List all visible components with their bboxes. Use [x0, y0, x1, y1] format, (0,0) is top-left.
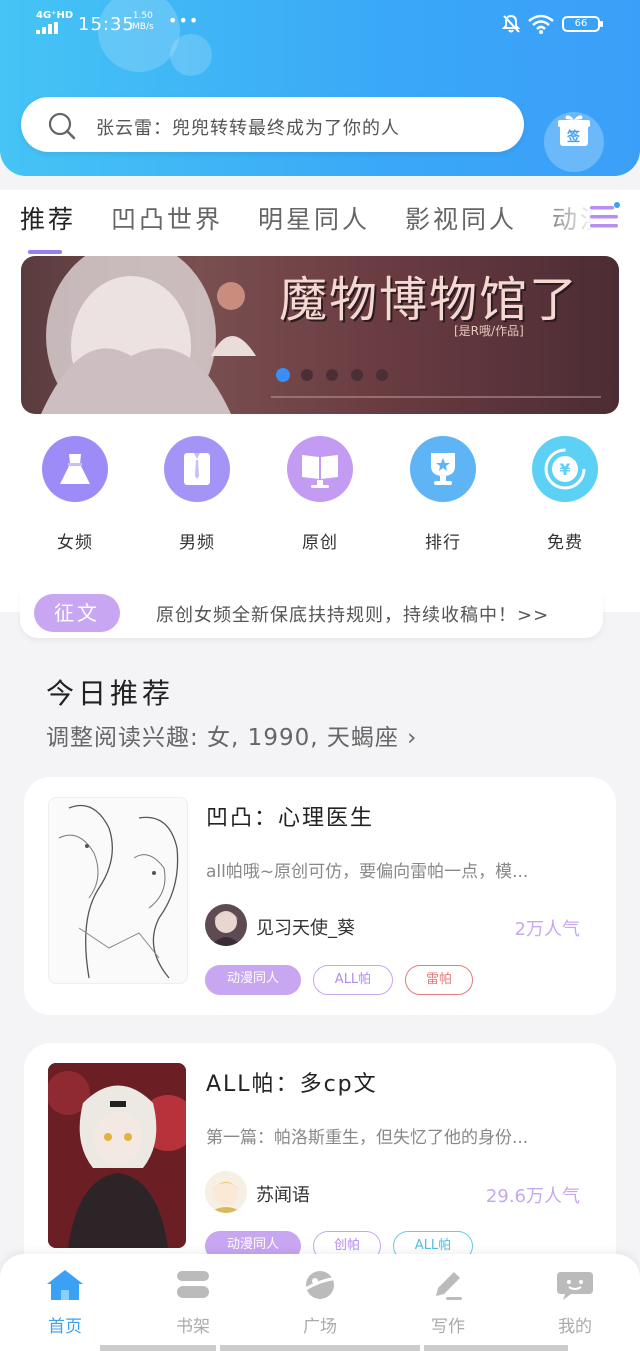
- anime-cover-image: [48, 1063, 186, 1248]
- battery-indicator: 66: [562, 16, 603, 32]
- carousel-dot[interactable]: [301, 369, 313, 381]
- book-title[interactable]: ALL帕：多cp文: [206, 1066, 378, 1098]
- tag-chip[interactable]: 动漫同人: [205, 965, 301, 995]
- nav-write[interactable]: 写作: [408, 1268, 488, 1337]
- chat-face-icon: [557, 1272, 593, 1300]
- yuan-coin-icon: ¥: [544, 448, 586, 490]
- status-bar: 4G⁺HD 15:35 1.50 MB/s ••• 66: [0, 0, 640, 52]
- book-title[interactable]: 凹凸：心理医生: [206, 800, 374, 832]
- avatar-image: [209, 1181, 243, 1213]
- carousel-dot-active[interactable]: [276, 368, 290, 382]
- signal-icon: [36, 22, 58, 34]
- banner-subtitle: [是R哦/作品]: [454, 324, 524, 338]
- network-indicator: 4G⁺HD: [36, 10, 74, 21]
- nav-label: 首页: [48, 1317, 82, 1337]
- gesture-bar: [100, 1345, 216, 1351]
- book-description: all帕哦~原创可仿，要偏向雷帕一点，模...: [206, 862, 529, 882]
- home-icon: [47, 1270, 83, 1300]
- author-name[interactable]: 见习天使_葵: [256, 914, 355, 940]
- category-label: 免费: [547, 533, 583, 553]
- tab-celebrity-fanfic[interactable]: 明星同人: [258, 200, 370, 236]
- shirt-icon: [184, 453, 210, 485]
- carousel-dot[interactable]: [326, 369, 338, 381]
- category-label: 原创: [302, 533, 338, 553]
- book-icon: [302, 455, 338, 488]
- wifi-icon: [528, 14, 554, 34]
- sketch-cover-image: [58, 804, 179, 979]
- section-title: 今日推荐: [46, 677, 175, 710]
- svg-text:¥: ¥: [559, 460, 570, 479]
- tag-chip[interactable]: ALL帕: [313, 965, 393, 995]
- author-name[interactable]: 苏闻语: [256, 1181, 310, 1207]
- active-tab-indicator: [28, 250, 62, 254]
- banner-title: 魔物博物馆了: [279, 272, 580, 328]
- tab-film-fanfic[interactable]: 影视同人: [405, 200, 517, 236]
- bookshelf-icon: [177, 1271, 209, 1298]
- pen-icon: [436, 1272, 462, 1300]
- notice-badge: 征文: [34, 594, 120, 632]
- carousel-dot[interactable]: [376, 369, 388, 381]
- category-label: 男频: [179, 533, 215, 553]
- category-female[interactable]: [42, 436, 108, 502]
- trophy-icon: [431, 453, 455, 485]
- book-cover[interactable]: [48, 1063, 186, 1248]
- nav-bookshelf[interactable]: 书架: [153, 1268, 233, 1337]
- book-cover[interactable]: [48, 797, 188, 984]
- promo-banner[interactable]: 魔物博物馆了 [是R哦/作品]: [21, 256, 619, 414]
- planet-icon: [303, 1271, 339, 1299]
- carousel-dot[interactable]: [351, 369, 363, 381]
- author-avatar[interactable]: [205, 1171, 247, 1213]
- nav-square[interactable]: 广场: [280, 1268, 360, 1337]
- gesture-bar: [424, 1345, 568, 1351]
- clock: 15:35: [78, 14, 135, 35]
- daily-signin-button[interactable]: 签: [544, 112, 604, 172]
- signin-label: 签: [567, 130, 581, 145]
- category-label: 排行: [425, 533, 461, 553]
- tab-aotu-world[interactable]: 凹凸世界: [111, 200, 223, 236]
- net-speed: 1.50 MB/s: [132, 11, 154, 32]
- nav-label: 书架: [176, 1317, 210, 1337]
- category-ranking[interactable]: [410, 436, 476, 502]
- menu-icon[interactable]: [588, 200, 622, 234]
- search-icon: [48, 112, 76, 140]
- popularity-count: 29.6万人气: [485, 1186, 580, 1207]
- notice-text[interactable]: 原创女频全新保底扶持规则，持续收稿中！>>: [156, 601, 549, 627]
- book-description: 第一篇：帕洛斯重生，但失忆了他的身份...: [206, 1128, 529, 1148]
- nav-label: 广场: [303, 1317, 337, 1337]
- author-avatar[interactable]: [205, 904, 247, 946]
- category-label: 女频: [57, 533, 93, 553]
- category-free[interactable]: ¥: [532, 436, 598, 502]
- nav-profile[interactable]: 我的: [535, 1268, 615, 1337]
- category-original[interactable]: [287, 436, 353, 502]
- mute-bell-icon: [501, 14, 521, 33]
- nav-label: 我的: [558, 1317, 592, 1337]
- gesture-bar: [220, 1345, 420, 1351]
- chevron-right-icon: ›: [407, 725, 418, 751]
- tab-recommend[interactable]: 推荐: [20, 200, 76, 236]
- category-male[interactable]: [164, 436, 230, 502]
- nav-label: 写作: [431, 1317, 465, 1337]
- avatar-image: [211, 911, 241, 946]
- dress-icon: [60, 454, 90, 484]
- nav-home[interactable]: 首页: [25, 1268, 105, 1337]
- popularity-count: 2万人气: [514, 919, 580, 940]
- reading-interest-link[interactable]: 调整阅读兴趣: 女, 1990, 天蝎座 ›: [46, 718, 417, 752]
- search-bar[interactable]: 张云雷：兜兜转转最终成为了你的人: [21, 97, 524, 152]
- search-placeholder: 张云雷：兜兜转转最终成为了你的人: [96, 118, 400, 139]
- tag-chip[interactable]: 雷帕: [405, 965, 473, 995]
- more-notifications: •••: [168, 11, 200, 30]
